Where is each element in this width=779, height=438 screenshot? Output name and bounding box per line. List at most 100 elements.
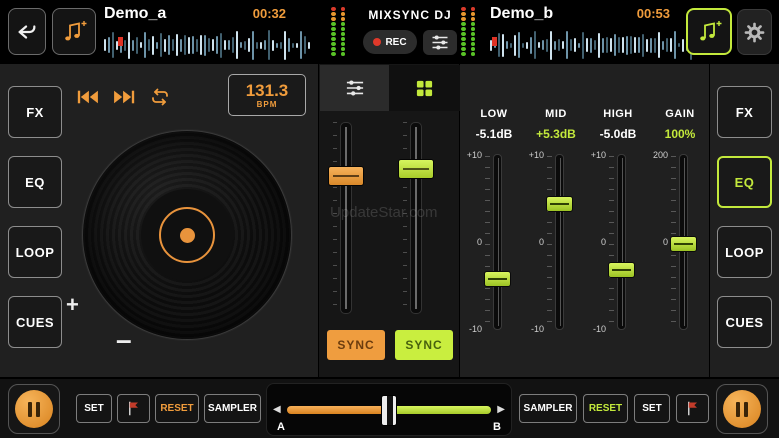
back-button[interactable] bbox=[8, 8, 46, 55]
scale-top: +10 bbox=[464, 150, 482, 160]
zoom-out-button[interactable]: – bbox=[116, 324, 132, 356]
deck-b-cue-flag-button[interactable] bbox=[676, 394, 709, 423]
volume-fader-a-handle[interactable] bbox=[328, 166, 364, 186]
deck-a-title: Demo_a bbox=[104, 5, 166, 23]
deck-b-title: Demo_b bbox=[490, 5, 553, 23]
deck-a-cue-flag-button[interactable] bbox=[117, 394, 150, 423]
crossfader[interactable]: ◀ ▶ A B bbox=[266, 383, 512, 436]
watermark: UpdateStar.com bbox=[330, 204, 500, 221]
rewind-button[interactable] bbox=[72, 84, 104, 110]
app-title: MIXSYNC DJ bbox=[362, 8, 458, 22]
deck-b-eq-button[interactable]: EQ bbox=[717, 156, 772, 208]
level-meter-left bbox=[331, 7, 345, 56]
eq-gain-slider[interactable] bbox=[679, 154, 688, 330]
vinyl-turntable[interactable] bbox=[82, 130, 292, 340]
eq-low-slider[interactable] bbox=[493, 154, 502, 330]
crossfade-right-arrow-icon: ▶ bbox=[497, 404, 505, 415]
crossfader-b-label: B bbox=[493, 421, 501, 433]
deck-a-eq-button[interactable]: EQ bbox=[8, 156, 62, 208]
next-track-icon bbox=[112, 88, 136, 106]
deck-b-reset-button[interactable]: RESET bbox=[583, 394, 628, 423]
deck-a-pause-button[interactable] bbox=[8, 384, 60, 434]
eq-high-label: HIGH bbox=[588, 108, 648, 120]
faders-view-icon bbox=[344, 79, 366, 97]
gear-icon bbox=[744, 22, 765, 43]
scale-bottom: -10 bbox=[526, 324, 544, 334]
bottom-bar: SET RESET SAMPLER ◀ ▶ A B SAMPLER RESET … bbox=[0, 377, 779, 438]
eq-gain-value: 100% bbox=[650, 127, 710, 141]
eq-high-value: -5.0dB bbox=[588, 127, 648, 141]
eq-high-slider[interactable] bbox=[617, 154, 626, 330]
eq-high-handle[interactable] bbox=[608, 262, 635, 278]
bpm-value: 131.3 bbox=[246, 82, 289, 100]
deck-a-sampler-button[interactable]: SAMPLER bbox=[204, 394, 261, 423]
record-label: REC bbox=[385, 37, 406, 48]
deck-b-cues-button[interactable]: CUES bbox=[717, 296, 772, 348]
deck-a-set-button[interactable]: SET bbox=[76, 394, 112, 423]
scale-bottom: -10 bbox=[588, 324, 606, 334]
deck-b-panel: FX EQ LOOP CUES bbox=[710, 64, 779, 377]
deck-a-cues-button[interactable]: CUES bbox=[8, 296, 62, 348]
fast-forward-button[interactable] bbox=[108, 84, 140, 110]
settings-button[interactable] bbox=[737, 9, 772, 55]
grid-pads-icon bbox=[415, 79, 434, 98]
bpm-unit: BPM bbox=[257, 100, 278, 109]
deck-b-pause-button[interactable] bbox=[716, 384, 768, 434]
scale-top: 200 bbox=[650, 150, 668, 160]
slider-ticks bbox=[485, 156, 490, 328]
pause-icon bbox=[15, 390, 53, 428]
deck-b-time: 00:53 bbox=[637, 6, 670, 21]
back-arrow-icon bbox=[16, 21, 38, 43]
music-note-plus-icon bbox=[696, 20, 722, 44]
record-dot-icon bbox=[373, 38, 381, 46]
deck-a-waveform[interactable] bbox=[104, 29, 312, 61]
eq-mid-label: MID bbox=[526, 108, 586, 120]
eq-mid-handle[interactable] bbox=[546, 196, 573, 212]
vinyl-ring bbox=[159, 207, 215, 263]
crossfader-a-label: A bbox=[277, 421, 285, 433]
volume-fader-b-handle[interactable] bbox=[398, 159, 434, 179]
level-meter-right bbox=[461, 7, 475, 56]
eq-channel-mid: MID +5.3dB +10 0 -10 bbox=[526, 104, 586, 374]
crossfader-b-segment bbox=[389, 406, 491, 414]
sync-a-button[interactable]: SYNC bbox=[327, 330, 385, 360]
deck-b-sampler-button[interactable]: SAMPLER bbox=[519, 394, 577, 423]
eq-mid-slider[interactable] bbox=[555, 154, 564, 330]
deck-a-playhead-marker bbox=[118, 37, 123, 46]
scale-mid: 0 bbox=[526, 237, 544, 247]
crossfader-handle[interactable] bbox=[381, 395, 397, 426]
pads-view-tab[interactable] bbox=[389, 65, 460, 111]
mixer-settings-button[interactable] bbox=[423, 30, 457, 55]
zoom-in-button[interactable]: + bbox=[66, 292, 79, 318]
slider-ticks bbox=[547, 156, 552, 328]
eq-gain-handle[interactable] bbox=[670, 236, 697, 252]
repeat-icon bbox=[148, 87, 172, 107]
deck-b-waveform[interactable] bbox=[490, 29, 704, 61]
deck-b-loop-button[interactable]: LOOP bbox=[717, 226, 772, 278]
deck-b-track-button[interactable] bbox=[686, 8, 732, 55]
previous-track-icon bbox=[76, 88, 100, 106]
eq-low-value: -5.1dB bbox=[464, 127, 524, 141]
deck-b-playhead-marker bbox=[492, 37, 497, 46]
record-button[interactable]: REC bbox=[363, 30, 417, 54]
deck-b-set-button[interactable]: SET bbox=[634, 394, 670, 423]
eq-channel-gain: GAIN 100% 200 0 bbox=[650, 104, 710, 374]
deck-a-fx-button[interactable]: FX bbox=[8, 86, 62, 138]
deck-a-reset-button[interactable]: RESET bbox=[155, 394, 199, 423]
eq-channel-low: LOW -5.1dB +10 0 -10 bbox=[464, 104, 524, 374]
mixer-view-tab[interactable] bbox=[320, 65, 389, 111]
loop-repeat-button[interactable] bbox=[144, 84, 176, 110]
deck-b-fx-button[interactable]: FX bbox=[717, 86, 772, 138]
sync-b-button[interactable]: SYNC bbox=[395, 330, 453, 360]
music-note-plus-icon bbox=[61, 20, 87, 44]
bpm-display[interactable]: 131.3 BPM bbox=[228, 74, 306, 116]
center-header: MIXSYNC DJ REC bbox=[362, 8, 458, 55]
eq-gain-label: GAIN bbox=[650, 108, 710, 120]
scale-mid: 0 bbox=[588, 237, 606, 247]
slider-ticks bbox=[609, 156, 614, 328]
eq-low-handle[interactable] bbox=[484, 271, 511, 287]
deck-b-info: Demo_b 00:53 bbox=[490, 5, 704, 61]
eq-channel-high: HIGH -5.0dB +10 0 -10 bbox=[588, 104, 648, 374]
deck-a-track-button[interactable] bbox=[52, 8, 96, 55]
deck-a-loop-button[interactable]: LOOP bbox=[8, 226, 62, 278]
